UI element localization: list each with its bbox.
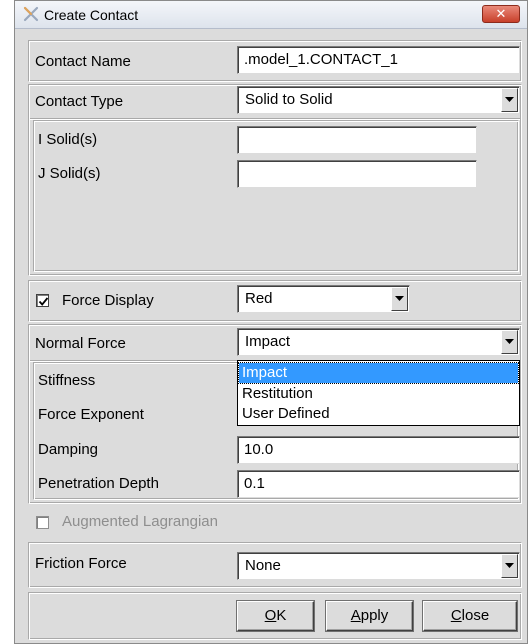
close-icon: ✕ [495, 6, 507, 21]
close-window-button[interactable]: ✕ [482, 5, 520, 23]
normal-force-select[interactable]: Impact [237, 328, 520, 356]
divider [30, 118, 520, 119]
ok-mnemonic: O [264, 607, 277, 624]
contact-name-field[interactable]: .model_1.CONTACT_1 [237, 46, 520, 74]
penetration-depth-field[interactable]: 0.1 [237, 470, 520, 498]
force-display-color-select[interactable]: Red [237, 285, 410, 313]
ok-label: K [276, 607, 287, 624]
apply-label: pply [360, 607, 389, 624]
i-solids-label: I Solid(s) [38, 131, 98, 148]
contact-type-value: Solid to Solid [245, 91, 333, 108]
augmented-lagrangian-label: Augmented Lagrangian [62, 513, 218, 530]
penetration-depth-label: Penetration Depth [38, 475, 159, 492]
i-solids-field[interactable] [237, 126, 477, 154]
stiffness-label: Stiffness [38, 372, 96, 389]
app-icon [22, 5, 40, 23]
close-button[interactable]: Close [423, 601, 517, 631]
force-display-color-value: Red [245, 290, 273, 307]
augmented-lagrangian-checkbox[interactable] [36, 516, 49, 529]
contact-type-label: Contact Type [35, 93, 124, 110]
apply-mnemonic: A [350, 607, 361, 624]
j-solids-label: J Solid(s) [38, 165, 101, 182]
close-label: lose [461, 607, 490, 624]
dropdown-option-restitution[interactable]: Restitution [239, 384, 518, 404]
chevron-down-icon[interactable] [501, 88, 518, 112]
friction-force-select[interactable]: None [237, 552, 520, 580]
normal-force-dropdown-list: Impact Restitution User Defined [237, 360, 520, 426]
force-exponent-label: Force Exponent [38, 406, 144, 423]
chevron-down-icon[interactable] [501, 554, 518, 578]
close-mnemonic: C [450, 607, 462, 624]
normal-force-label: Normal Force [35, 335, 126, 352]
ok-button[interactable]: OK [237, 601, 314, 631]
friction-force-label: Friction Force [35, 555, 127, 572]
force-display-label: Force Display [62, 292, 154, 309]
apply-button[interactable]: Apply [326, 601, 413, 631]
chevron-down-icon[interactable] [501, 330, 518, 354]
friction-force-value: None [245, 557, 281, 574]
dropdown-option-impact[interactable]: Impact [238, 362, 519, 384]
damping-field[interactable]: 10.0 [237, 436, 520, 464]
window-title: Create Contact [44, 7, 139, 23]
contact-name-label: Contact Name [35, 53, 131, 70]
force-display-checkbox[interactable] [36, 294, 49, 307]
j-solids-field[interactable] [237, 160, 477, 188]
dropdown-option-user-defined[interactable]: User Defined [239, 404, 518, 424]
normal-force-value: Impact [245, 333, 291, 350]
contact-type-select[interactable]: Solid to Solid [237, 86, 520, 114]
damping-label: Damping [38, 441, 99, 458]
chevron-down-icon[interactable] [391, 287, 408, 311]
